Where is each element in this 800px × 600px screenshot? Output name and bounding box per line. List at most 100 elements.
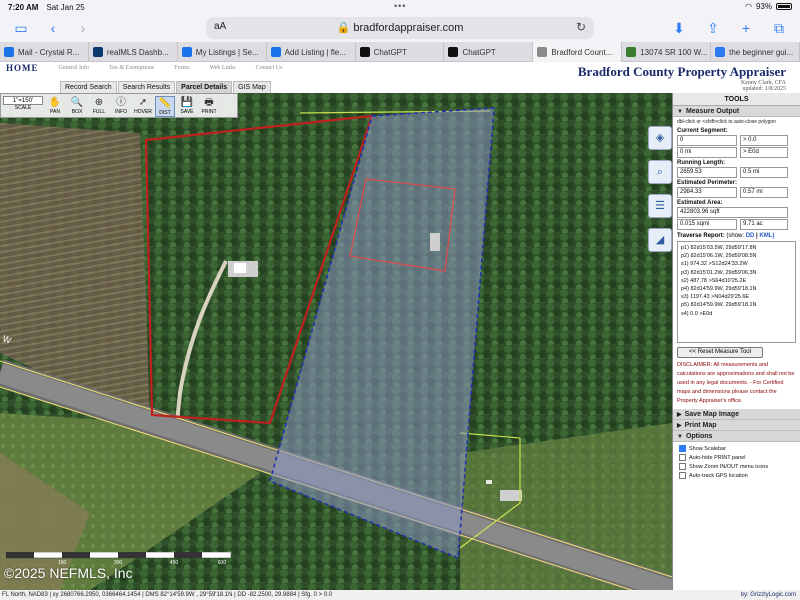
option-row[interactable]: Show Scalebar (673, 444, 800, 453)
tools-panel: TOOLS ▼ Measure Output dbl-click or <shif… (672, 93, 800, 590)
option-checkbox[interactable] (679, 454, 686, 461)
browser-tab[interactable]: 13074 SR 100 W... (622, 42, 712, 62)
browser-tab-label: ChatGPT (373, 47, 407, 57)
measure-icon[interactable]: ◢ (648, 228, 672, 252)
multitask-dots-icon[interactable]: ••• (394, 1, 406, 11)
credit-link[interactable]: by: GrizzlyLogic.com (741, 590, 796, 600)
distance-tool-button[interactable]: 📏 DIST (155, 96, 175, 117)
tools-title: TOOLS (673, 93, 800, 106)
favicon-icon (448, 47, 459, 57)
info-tool-button[interactable]: ⓘ INFO (111, 96, 131, 117)
browser-tab[interactable]: the beginner gui... (711, 42, 800, 62)
date: Sat Jan 25 (46, 2, 85, 12)
traverse-report-textarea[interactable]: p1) 82d15'03.5W, 29d59'17.8N p2) 82d15'06… (677, 241, 796, 343)
browser-tab[interactable]: ChatGPT (356, 42, 445, 62)
save-map-header[interactable]: ▶ Save Map Image (673, 409, 800, 420)
legend-icon[interactable]: ☰ (648, 194, 672, 218)
clock: 7:20 AM (8, 2, 39, 12)
browser-tab[interactable]: My Listings | Se... (178, 42, 267, 62)
hover-label: HOVER (134, 109, 152, 115)
option-checkbox[interactable] (679, 472, 686, 479)
expand-arrow-icon: ▶ (677, 412, 682, 418)
new-tab-icon[interactable]: + (737, 19, 755, 37)
nav-tax-exemptions[interactable]: Tax & Exemptions (109, 65, 154, 73)
traverse-line: p4) 82d14'59.9W, 29d59'18.1N (681, 286, 757, 293)
option-row[interactable]: Show Zoom IN/OUT menu icons (673, 462, 800, 471)
option-row[interactable]: Auto-track GPS location (673, 471, 800, 480)
traverse-line: s1) 974.32 >S12d24'33.2W (681, 261, 748, 268)
layers-icon[interactable]: ◈ (648, 126, 672, 150)
box-zoom-tool-button[interactable]: 🔍 BOX (67, 96, 87, 117)
wifi-icon: ◠ (745, 2, 752, 11)
favicon-icon (626, 47, 637, 57)
nav-home[interactable]: HOME (6, 63, 39, 73)
address-bar[interactable]: aA 🔒 bradfordappraiser.com ↻ (206, 17, 594, 39)
print-map-header[interactable]: ▶ Print Map (673, 420, 800, 431)
option-checkbox[interactable] (679, 445, 686, 452)
nav-forms[interactable]: Forms (174, 65, 189, 73)
search-map-icon[interactable]: ⌕ (648, 160, 672, 184)
back-icon[interactable]: ‹ (44, 19, 62, 37)
forward-icon[interactable]: › (74, 19, 92, 37)
browser-tab[interactable]: Mail - Crystal R... (0, 42, 89, 62)
save-tool-button[interactable]: 💾 SAVE (177, 96, 197, 117)
segment-bearing-field[interactable]: > 0.0 (740, 135, 788, 146)
running-length-miles-field[interactable]: 0.5 mi (740, 167, 788, 178)
option-row[interactable]: Auto-hide PRINT panel (673, 453, 800, 462)
traverse-dd-link[interactable]: DD (746, 233, 755, 239)
browser-tab[interactable]: Add Listing | fle... (267, 42, 356, 62)
favicon-icon (4, 47, 14, 57)
perimeter-miles-field[interactable]: 0.57 mi (740, 187, 788, 198)
share-icon[interactable]: ⇪ (704, 19, 722, 37)
area-sqft-field[interactable]: 422803.96 sqft (677, 207, 788, 218)
map-status-line: FL North, NAD83 | xy 2680766.2950, 03664… (0, 590, 800, 600)
segment-direction-field[interactable]: > E0d (740, 147, 788, 158)
site-header: HOME General Info Tax & Exemptions Forms… (0, 62, 800, 93)
sidebar-icon[interactable]: ▭ (12, 19, 30, 37)
browser-tab[interactable]: ChatGPT (444, 42, 534, 62)
map-toolbar: 1"=150' SCALE ✋ PAN 🔍 BOX ⊕ FULL ⓘ INFO ➚ HOV… (0, 93, 238, 118)
scale-input[interactable]: 1"=150' (3, 96, 43, 105)
hand-icon: ✋ (48, 97, 62, 108)
option-checkbox[interactable] (679, 463, 686, 470)
browser-tab[interactable]: realMLS Dashb... (89, 42, 178, 62)
running-length-feet-field[interactable]: 2659.53 (677, 167, 737, 178)
segment-miles-field[interactable]: 0 mi (677, 147, 737, 158)
browser-tab[interactable]: Bradford Count... (533, 42, 623, 62)
nav-contact-us[interactable]: Contact Us (256, 65, 283, 73)
tab-parcel-details[interactable]: Parcel Details (176, 81, 233, 93)
collapse-arrow-icon: ▼ (677, 109, 683, 115)
favicon-icon (715, 47, 726, 57)
tab-record-search[interactable]: Record Search (60, 81, 117, 93)
box-label: BOX (71, 109, 83, 115)
scale-label: SCALE (14, 105, 32, 111)
browser-tab-label: the beginner gui... (729, 47, 794, 57)
tab-overview-icon[interactable]: ⧉ (770, 19, 788, 37)
options-header[interactable]: ▼ Options (673, 431, 800, 442)
measure-output-title: Measure Output (685, 108, 740, 115)
area-sqmi-field[interactable]: 0.015 sqmi (677, 219, 737, 230)
info-label: INFO (115, 109, 127, 115)
nav-web-links[interactable]: Web Links (210, 65, 236, 73)
area-acres-field[interactable]: 9.71 ac (740, 219, 788, 230)
favicon-icon (359, 47, 370, 57)
reload-icon[interactable]: ↻ (576, 20, 586, 34)
traverse-line: s2) 487.78 >S64d10'25.2E (681, 277, 747, 284)
traverse-kml-link[interactable]: KML) (759, 233, 774, 239)
favicon-icon (537, 47, 548, 57)
perimeter-feet-field[interactable]: 2984.33 (677, 187, 737, 198)
tab-gis-map[interactable]: GIS Map (233, 81, 271, 93)
traverse-show-text: (show: (726, 233, 745, 239)
tab-search-results[interactable]: Search Results (117, 81, 176, 93)
gis-map[interactable]: W (0, 93, 672, 590)
measure-output-header[interactable]: ▼ Measure Output (673, 106, 800, 117)
hover-tool-button[interactable]: ➚ HOVER (133, 96, 153, 117)
full-extent-tool-button[interactable]: ⊕ FULL (89, 96, 109, 117)
pan-tool-button[interactable]: ✋ PAN (45, 96, 65, 117)
download-icon[interactable]: ⬇ (670, 19, 688, 37)
traverse-line: p1) 82d15'03.5W, 29d59'17.8N (681, 245, 757, 251)
reset-measure-button[interactable]: << Reset Measure Tool (677, 347, 763, 358)
segment-length-field[interactable]: 0 (677, 135, 737, 146)
print-tool-button[interactable]: 🖶 PRINT (199, 96, 219, 117)
nav-general-info[interactable]: General Info (59, 65, 89, 73)
